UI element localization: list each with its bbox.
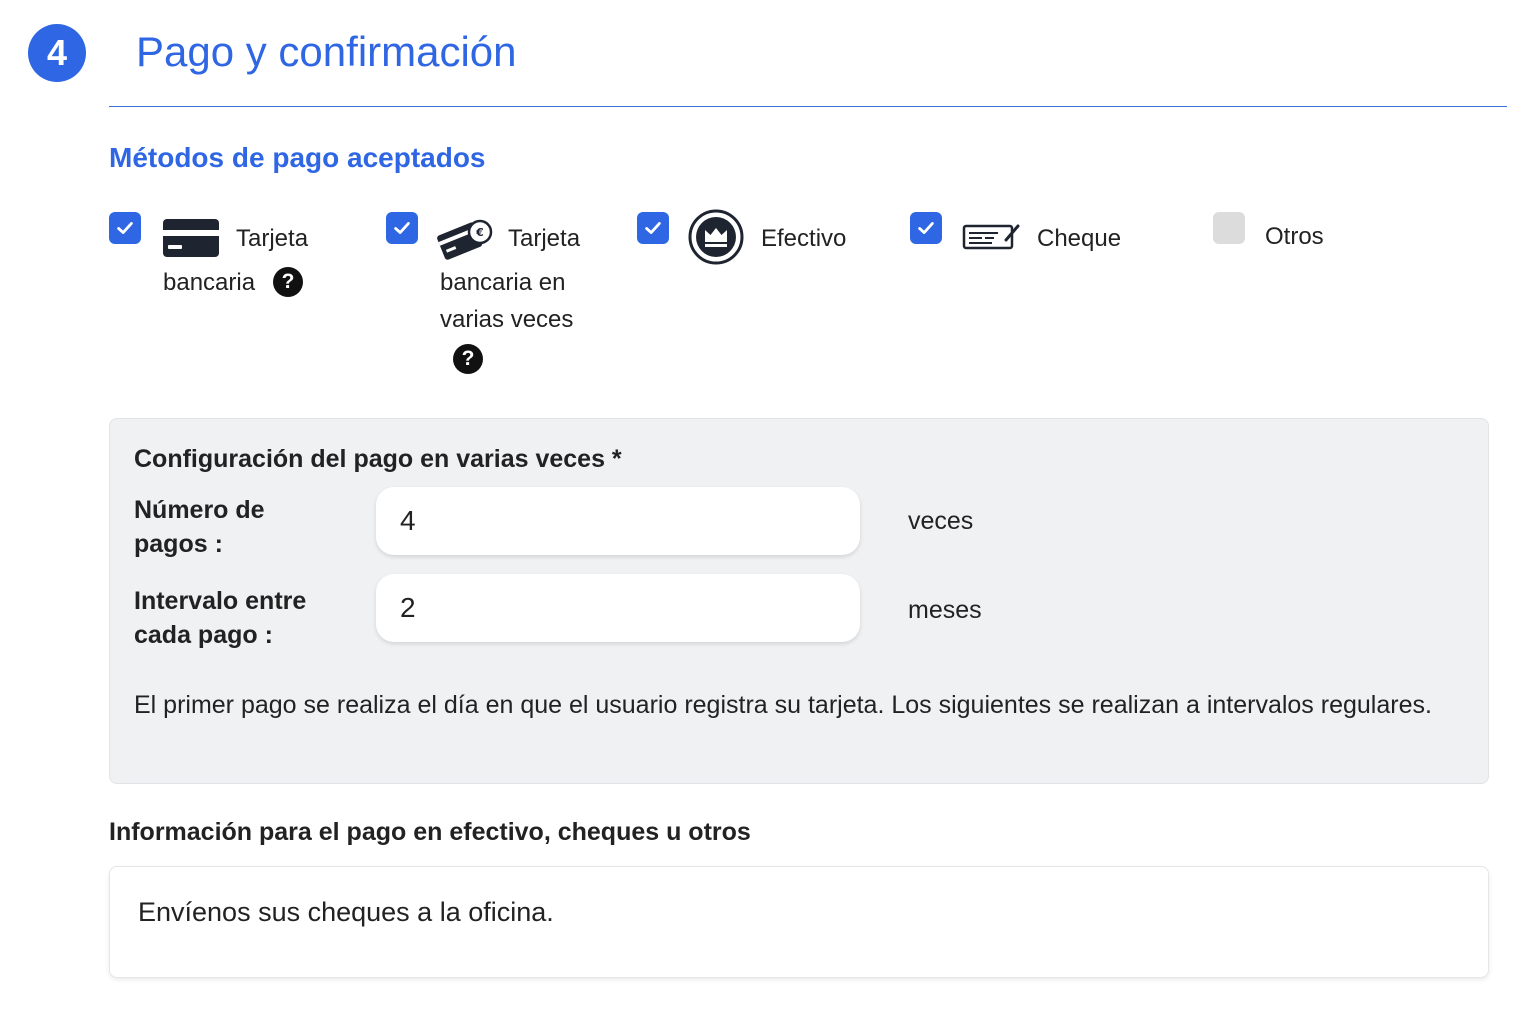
other-checkbox[interactable]	[1213, 212, 1245, 244]
interval-label-line2: cada pago :	[134, 621, 273, 649]
payments-count-input[interactable]	[376, 487, 860, 555]
card-help-icon[interactable]: ?	[273, 267, 303, 297]
check-icon	[117, 222, 133, 234]
other-label: Otros	[1265, 223, 1324, 250]
payment-methods-title: Métodos de pago aceptados	[109, 142, 486, 173]
multi-card-help-icon[interactable]: ?	[453, 344, 483, 374]
payment-method-card: Tarjeta bancaria ?	[109, 212, 349, 312]
interval-label: Intervalo entre cada pago :	[134, 584, 306, 652]
installments-config-title: Configuración del pago en varias veces *	[134, 445, 622, 473]
cheque-checkbox[interactable]	[910, 212, 942, 244]
check-icon	[645, 222, 661, 234]
section-title: Pago y confirmación	[136, 28, 517, 75]
offline-payment-info-text: Envíenos sus cheques a la oficina.	[138, 897, 554, 927]
offline-payment-info-title: Información para el pago en efectivo, ch…	[109, 818, 751, 846]
interval-input[interactable]	[376, 574, 860, 642]
check-icon	[918, 222, 934, 234]
payments-count-unit: veces	[908, 507, 974, 535]
payment-method-cheque: Cheque	[910, 212, 1140, 262]
multi-card-label-line3: varias veces	[440, 306, 574, 333]
multi-card-checkbox[interactable]	[386, 212, 418, 244]
cash-label: Efectivo	[761, 225, 847, 252]
multi-card-label-line1: Tarjeta	[508, 225, 581, 252]
installments-config-panel: Configuración del pago en varias veces *…	[109, 418, 1489, 784]
multi-card-label-line2: bancaria en	[440, 269, 566, 296]
offline-payment-info-box[interactable]: Envíenos sus cheques a la oficina.	[109, 866, 1489, 978]
payments-count-label-line2: pagos :	[134, 530, 223, 558]
interval-label-line1: Intervalo entre	[134, 587, 307, 615]
cash-crown-icon	[688, 209, 744, 265]
cash-checkbox[interactable]	[637, 212, 669, 244]
credit-card-icon	[163, 219, 219, 257]
title-divider	[109, 106, 1507, 107]
interval-unit: meses	[908, 596, 982, 624]
payments-count-label-line1: Número de	[134, 496, 265, 524]
card-label-line1: Tarjeta	[236, 225, 309, 252]
payment-method-multi-card: € Tarjeta bancaria en varias veces ?	[386, 212, 616, 377]
installments-note: El primer pago se realiza el día en que …	[134, 691, 1432, 719]
card-checkbox[interactable]	[109, 212, 141, 244]
payments-count-label: Número de pagos :	[134, 493, 265, 561]
cheque-label: Cheque	[1037, 225, 1122, 252]
svg-text:€: €	[475, 226, 484, 239]
step-number-badge: 4	[28, 24, 86, 82]
payment-method-cash: Efectivo	[637, 208, 867, 268]
multi-payment-card-icon: €	[437, 219, 493, 260]
check-icon	[394, 222, 410, 234]
payment-method-other: Otros	[1213, 212, 1373, 262]
card-label-line2: bancaria	[163, 269, 256, 296]
cheque-icon	[962, 224, 1020, 250]
